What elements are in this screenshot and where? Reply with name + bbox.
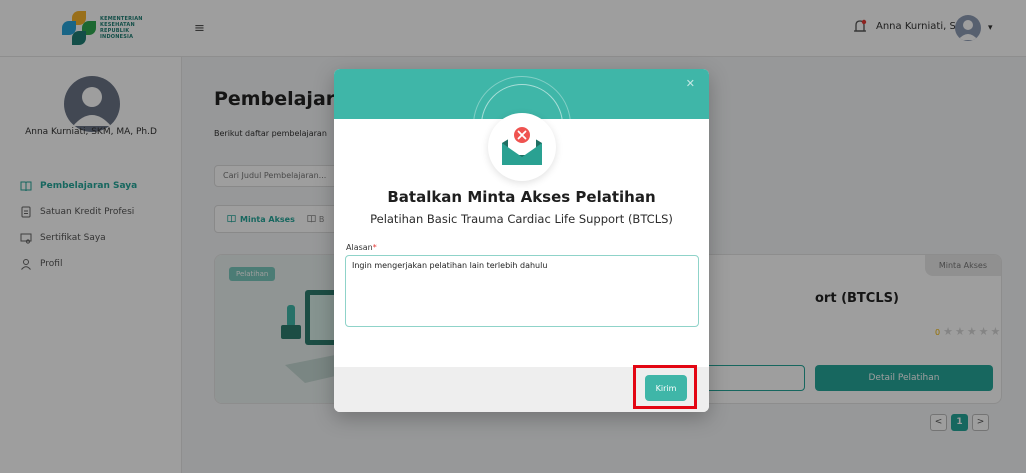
reason-label: Alasan* (346, 243, 377, 252)
mail-reject-icon (502, 127, 542, 165)
cancel-access-modal: ✕ Batalkan Minta Akses Pelatihan Pelatih… (334, 69, 709, 412)
required-mark: * (372, 243, 377, 252)
kirim-button[interactable]: Kirim (645, 375, 687, 401)
reason-textarea[interactable]: Ingin mengerjakan pelatihan lain terlebi… (345, 255, 699, 327)
modal-title: Batalkan Minta Akses Pelatihan (387, 188, 656, 206)
envelope-cancel-icon (488, 113, 556, 181)
modal-subtitle: Pelatihan Basic Trauma Cardiac Life Supp… (370, 212, 673, 226)
close-icon[interactable]: ✕ (686, 77, 695, 90)
